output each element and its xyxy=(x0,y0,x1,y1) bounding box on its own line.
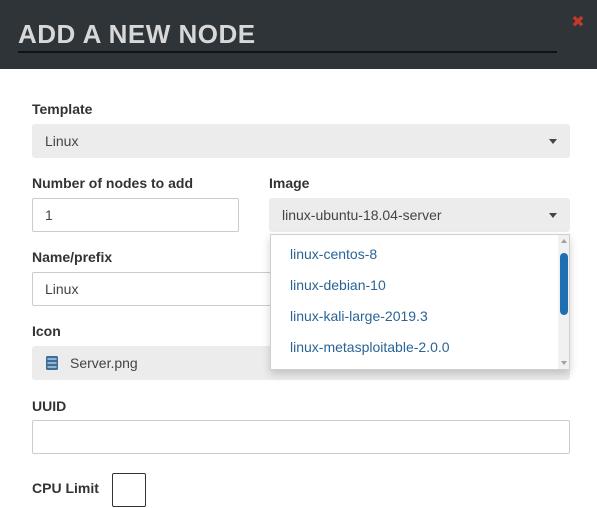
uuid-input[interactable] xyxy=(32,420,570,454)
scrollbar-thumb[interactable] xyxy=(560,253,568,315)
image-dropdown-list: linux-centos-8 linux-debian-10 linux-kal… xyxy=(270,234,570,370)
add-node-dialog: ADD A NEW NODE ✖ Template Linux Number o… xyxy=(0,0,597,508)
name-prefix-label: Name/prefix xyxy=(32,249,113,265)
uuid-label: UUID xyxy=(32,398,67,414)
nodes-count-label: Number of nodes to add xyxy=(32,175,193,191)
dialog-title: ADD A NEW NODE xyxy=(18,17,557,53)
image-label: Image xyxy=(269,175,310,191)
icon-label: Icon xyxy=(32,323,61,339)
image-option-centos[interactable]: linux-centos-8 xyxy=(290,245,377,263)
server-icon xyxy=(46,356,58,370)
nodes-count-input[interactable]: 1 xyxy=(32,198,239,232)
image-option-debian[interactable]: linux-debian-10 xyxy=(290,276,386,294)
image-select[interactable]: linux-ubuntu-18.04-server xyxy=(269,198,570,232)
template-select[interactable]: Linux xyxy=(32,124,570,158)
chevron-down-icon xyxy=(549,139,557,144)
chevron-down-icon xyxy=(549,213,557,218)
cpu-limit-checkbox[interactable] xyxy=(112,473,146,507)
close-icon[interactable]: ✖ xyxy=(571,15,585,31)
template-label: Template xyxy=(32,101,93,117)
dialog-header: ADD A NEW NODE ✖ xyxy=(0,0,597,69)
image-option-kali[interactable]: linux-kali-large-2019.3 xyxy=(290,307,428,325)
icon-select-value: Server.png xyxy=(70,355,138,371)
scroll-up-icon[interactable] xyxy=(561,239,567,243)
dropdown-scrollbar[interactable] xyxy=(558,235,569,369)
template-select-value: Linux xyxy=(45,133,79,149)
image-select-value: linux-ubuntu-18.04-server xyxy=(282,207,442,223)
image-option-metasploitable[interactable]: linux-metasploitable-2.0.0 xyxy=(290,338,450,356)
cpu-limit-label: CPU Limit xyxy=(32,480,99,496)
scroll-down-icon[interactable] xyxy=(561,361,567,365)
